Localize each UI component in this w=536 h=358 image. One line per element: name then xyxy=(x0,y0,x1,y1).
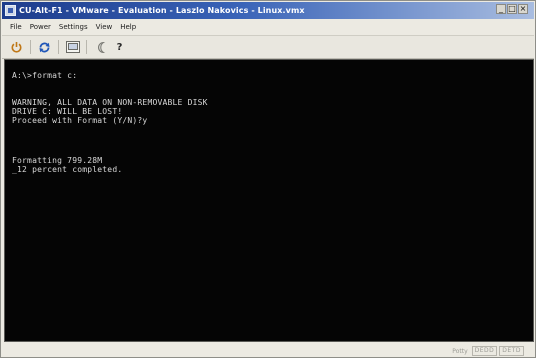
console-line: _12 percent completed. xyxy=(12,165,123,174)
menu-settings[interactable]: Settings xyxy=(59,23,88,31)
vm-console[interactable]: A:\>format c: WARNING, ALL DATA ON NON-R… xyxy=(4,59,534,342)
status-text: Potty xyxy=(452,347,468,355)
toolbar-separator xyxy=(58,40,59,54)
help-icon: ? xyxy=(116,41,123,53)
window-controls: _ □ × xyxy=(496,4,528,14)
help-button[interactable]: ? xyxy=(111,39,128,56)
status-bar: Potty DEDD DETD xyxy=(2,343,534,357)
reset-button[interactable] xyxy=(36,39,53,56)
menu-help[interactable]: Help xyxy=(120,23,136,31)
close-button[interactable]: × xyxy=(518,4,528,14)
window-title: CU-Alt-F1 - VMware - Evaluation - Laszlo… xyxy=(19,6,305,15)
fullscreen-icon xyxy=(65,41,80,53)
suspend-button[interactable] xyxy=(92,39,109,56)
device-indicator[interactable]: DETD xyxy=(499,346,524,356)
menu-view[interactable]: View xyxy=(96,23,113,31)
vmware-app-icon[interactable] xyxy=(5,5,16,16)
console-line: A:\>format c: xyxy=(12,71,78,80)
console-line: WARNING, ALL DATA ON NON-REMOVABLE DISK xyxy=(12,98,208,107)
menu-bar: File Power Settings View Help xyxy=(2,19,534,34)
menu-power[interactable]: Power xyxy=(30,23,51,31)
title-bar[interactable]: CU-Alt-F1 - VMware - Evaluation - Laszlo… xyxy=(2,2,534,19)
toolbar: ? xyxy=(2,35,534,59)
console-line: DRIVE C: WILL BE LOST! xyxy=(12,107,123,116)
power-button[interactable] xyxy=(8,39,25,56)
status-indicators: Potty DEDD DETD xyxy=(452,346,524,356)
menu-file[interactable]: File xyxy=(10,23,22,31)
fullscreen-button[interactable] xyxy=(64,39,81,56)
suspend-icon xyxy=(97,41,105,53)
power-icon xyxy=(11,41,22,52)
vmware-window: CU-Alt-F1 - VMware - Evaluation - Laszlo… xyxy=(0,0,536,358)
console-line: Formatting 799.28M xyxy=(12,156,103,165)
reset-icon xyxy=(39,42,50,52)
console-line: Proceed with Format (Y/N)?y xyxy=(12,116,148,125)
maximize-button[interactable]: □ xyxy=(507,4,517,14)
device-indicator[interactable]: DEDD xyxy=(471,346,498,356)
toolbar-separator xyxy=(86,40,87,54)
toolbar-separator xyxy=(30,40,31,54)
minimize-button[interactable]: _ xyxy=(496,4,506,14)
